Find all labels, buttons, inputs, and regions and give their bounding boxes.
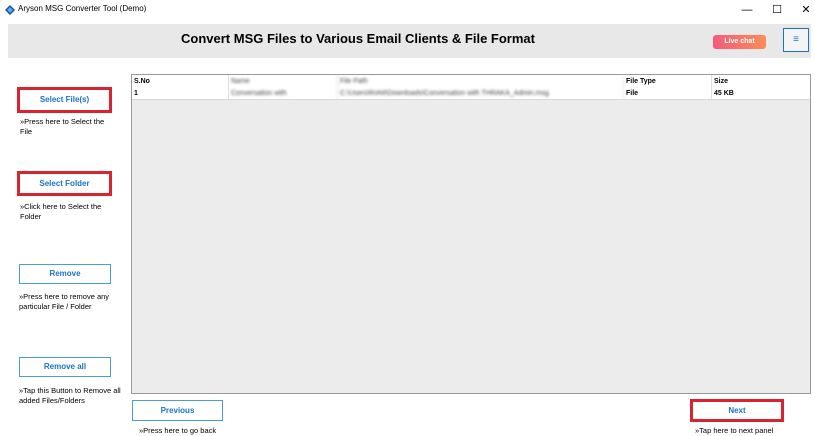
minimize-button[interactable]: — xyxy=(733,0,761,20)
row-name: Conversation with xyxy=(229,89,338,99)
select-folder-hint: »Click here to Select the Folder xyxy=(20,202,102,221)
remove-button[interactable]: Remove xyxy=(19,264,111,284)
live-chat-button[interactable]: Live chat xyxy=(713,35,766,49)
table-header: S.No Name File Path File Type Size xyxy=(132,75,810,90)
select-folder-button[interactable]: Select Folder xyxy=(17,171,112,196)
maximize-button[interactable]: ☐ xyxy=(763,0,791,20)
row-size: 45 KB xyxy=(714,90,734,97)
previous-hint: »Press here to go back xyxy=(139,426,217,435)
remove-all-hint: »Tap this Button to Remove all added Fil… xyxy=(19,386,121,405)
column-header-sno[interactable]: S.No xyxy=(132,75,229,89)
page-title: Convert MSG Files to Various Email Clien… xyxy=(181,31,535,46)
next-hint: »Tap here to next panel xyxy=(695,426,774,435)
column-header-file-path[interactable]: File Path xyxy=(338,75,624,89)
select-files-button[interactable]: Select File(s) xyxy=(17,87,112,113)
menu-button[interactable]: ≡ xyxy=(783,28,809,52)
previous-button[interactable]: Previous xyxy=(132,400,223,421)
column-header-file-type[interactable]: File Type xyxy=(624,75,712,89)
column-header-name[interactable]: Name xyxy=(229,75,338,89)
next-button[interactable]: Next xyxy=(690,399,784,422)
app-logo-icon xyxy=(5,5,15,15)
row-file-type: File xyxy=(624,89,712,99)
select-files-hint: »Press here to Select the File xyxy=(20,117,105,136)
window-title: Aryson MSG Converter Tool (Demo) xyxy=(18,4,147,13)
close-button[interactable]: ✕ xyxy=(792,0,815,20)
row-sno: 1 xyxy=(132,89,229,99)
title-bar: Aryson MSG Converter Tool (Demo) — ☐ ✕ xyxy=(0,0,815,20)
remove-all-button[interactable]: Remove all xyxy=(19,357,111,377)
table-row[interactable]: 1 Conversation with C:\Users\Rohit\Downl… xyxy=(132,89,810,100)
file-list-table[interactable]: S.No Name File Path File Type Size 1 Con… xyxy=(131,74,811,394)
remove-hint: »Press here to remove any particular Fil… xyxy=(19,292,110,311)
row-file-path: C:\Users\Rohit\Downloads\Conversation wi… xyxy=(338,89,624,99)
header-bar: Convert MSG Files to Various Email Clien… xyxy=(8,24,811,58)
column-header-size[interactable]: Size xyxy=(712,75,810,89)
hamburger-icon: ≡ xyxy=(793,34,799,45)
